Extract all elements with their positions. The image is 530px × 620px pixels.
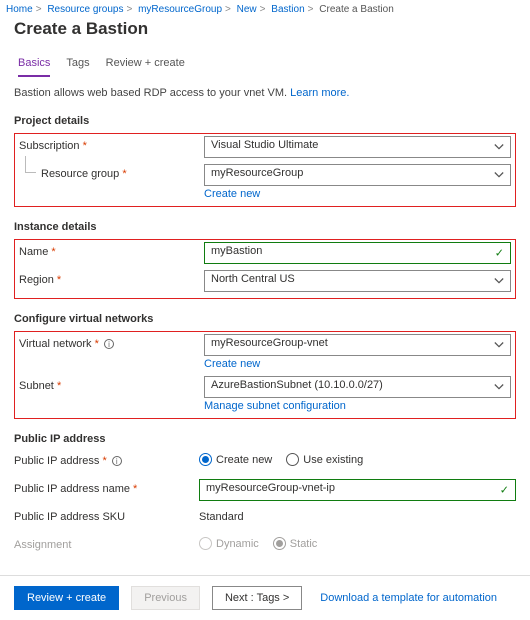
value-public-ip-sku: Standard xyxy=(199,507,516,523)
name-input[interactable]: myBastion ✓ xyxy=(204,242,511,264)
radio-use-existing[interactable]: Use existing xyxy=(286,453,363,466)
label-public-ip: Public IP address * i xyxy=(14,451,199,467)
chevron-down-icon xyxy=(494,170,504,180)
info-icon[interactable]: i xyxy=(112,456,122,466)
manage-subnet-link[interactable]: Manage subnet configuration xyxy=(204,400,511,412)
footer-bar: Review + create Previous Next : Tags > D… xyxy=(0,575,530,620)
breadcrumb: Home> Resource groups> myResourceGroup> … xyxy=(0,0,530,17)
project-details-highlight: Subscription * Visual Studio Ultimate Re… xyxy=(14,133,516,207)
radio-icon xyxy=(286,453,299,466)
create-new-rg-link[interactable]: Create new xyxy=(204,188,511,200)
tabs: Basics Tags Review + create xyxy=(0,53,530,77)
section-project-details: Project details xyxy=(14,115,516,127)
region-select[interactable]: North Central US xyxy=(204,270,511,292)
label-subscription: Subscription * xyxy=(19,136,204,152)
label-resource-group: Resource group * xyxy=(19,164,204,180)
label-public-ip-sku: Public IP address SKU xyxy=(14,507,199,523)
chevron-down-icon xyxy=(494,142,504,152)
breadcrumb-link-home[interactable]: Home xyxy=(6,4,33,15)
tab-basics[interactable]: Basics xyxy=(18,53,50,77)
chevron-down-icon xyxy=(494,340,504,350)
resource-group-select[interactable]: myResourceGroup xyxy=(204,164,511,186)
subscription-select[interactable]: Visual Studio Ultimate xyxy=(204,136,511,158)
download-template-link[interactable]: Download a template for automation xyxy=(320,592,497,604)
radio-static: Static xyxy=(273,537,318,550)
radio-icon xyxy=(199,537,212,550)
radio-create-new[interactable]: Create new xyxy=(199,453,272,466)
label-public-ip-name: Public IP address name * xyxy=(14,479,199,495)
breadcrumb-link-new[interactable]: New xyxy=(237,4,257,15)
chevron-down-icon xyxy=(494,276,504,286)
label-subnet: Subnet * xyxy=(19,376,204,392)
radio-icon xyxy=(199,453,212,466)
label-name: Name * xyxy=(19,242,204,258)
section-instance-details: Instance details xyxy=(14,221,516,233)
breadcrumb-current: Create a Bastion xyxy=(319,4,394,15)
page-title: Create a Bastion xyxy=(14,19,530,39)
review-create-button[interactable]: Review + create xyxy=(14,586,119,610)
breadcrumb-link-my-resource-group[interactable]: myResourceGroup xyxy=(138,4,222,15)
tab-tags[interactable]: Tags xyxy=(66,53,89,77)
radio-icon xyxy=(273,537,286,550)
check-icon: ✓ xyxy=(500,484,509,497)
check-icon: ✓ xyxy=(495,247,504,260)
breadcrumb-link-resource-groups[interactable]: Resource groups xyxy=(47,4,123,15)
chevron-down-icon xyxy=(494,382,504,392)
virtual-network-select[interactable]: myResourceGroup-vnet xyxy=(204,334,511,356)
previous-button: Previous xyxy=(131,586,200,610)
instance-details-highlight: Name * myBastion ✓ Region * North Centra… xyxy=(14,239,516,299)
intro-text: Bastion allows web based RDP access to y… xyxy=(14,87,516,99)
label-assignment: Assignment xyxy=(14,535,199,551)
section-configure-networks: Configure virtual networks xyxy=(14,313,516,325)
subnet-select[interactable]: AzureBastionSubnet (10.10.0.0/27) xyxy=(204,376,511,398)
radio-dynamic: Dynamic xyxy=(199,537,259,550)
label-virtual-network: Virtual network * i xyxy=(19,334,204,350)
learn-more-link[interactable]: Learn more. xyxy=(290,87,349,99)
network-highlight: Virtual network * i myResourceGroup-vnet… xyxy=(14,331,516,419)
info-icon[interactable]: i xyxy=(104,339,114,349)
tab-review-create[interactable]: Review + create xyxy=(106,53,185,77)
section-public-ip: Public IP address xyxy=(14,433,516,445)
public-ip-name-input[interactable]: myResourceGroup-vnet-ip ✓ xyxy=(199,479,516,501)
breadcrumb-link-bastion[interactable]: Bastion xyxy=(271,4,304,15)
next-button[interactable]: Next : Tags > xyxy=(212,586,302,610)
label-region: Region * xyxy=(19,270,204,286)
create-new-vnet-link[interactable]: Create new xyxy=(204,358,511,370)
